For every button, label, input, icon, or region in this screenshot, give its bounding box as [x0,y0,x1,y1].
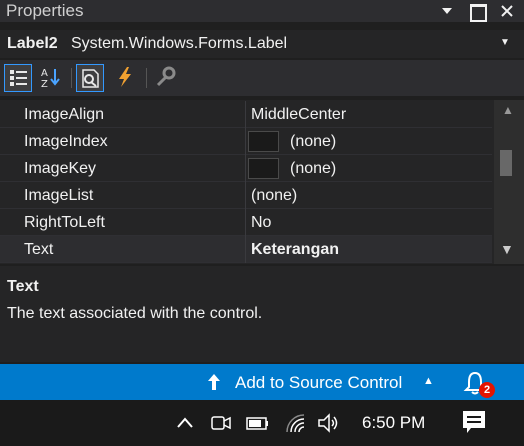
lightning-icon [119,67,131,87]
taskbar-clock[interactable]: 6:50 PM [362,413,425,433]
arrow-up-icon [208,374,220,390]
toolbar-separator [146,68,147,88]
status-bar: Add to Source Control ▲ 2 [0,364,524,400]
svg-text:Z: Z [41,79,48,90]
column-divider [245,128,246,155]
property-grid: ImageAlign MiddleCenter ImageIndex (none… [0,100,524,264]
windows-taskbar: 6:50 PM [0,400,524,446]
property-name: Text [24,241,54,258]
object-selector[interactable]: Label2 System.Windows.Forms.Label ▼ [0,30,524,58]
scroll-thumb[interactable] [500,150,512,176]
wrench-icon [156,66,176,87]
scroll-up-icon[interactable]: ▲ [502,103,514,117]
alphabetical-view-button[interactable]: A Z [38,64,66,92]
meet-now-camera-icon[interactable] [209,412,233,434]
property-row[interactable]: ImageKey (none) [0,155,492,182]
properties-button[interactable] [76,64,104,92]
categorized-view-button[interactable] [4,64,32,92]
add-to-source-control-button[interactable]: Add to Source Control [235,373,402,393]
property-row[interactable]: ImageAlign MiddleCenter [0,101,492,128]
property-row[interactable]: ImageIndex (none) [0,128,492,155]
battery-icon[interactable] [245,412,271,434]
column-divider [245,236,246,263]
property-name: ImageList [24,187,94,204]
property-name: RightToLeft [24,214,105,231]
image-preview-swatch [248,158,279,179]
svg-text:A: A [41,68,48,79]
image-preview-swatch [248,131,279,152]
alphabetical-view-icon: A Z [41,68,60,90]
object-name: Label2 [7,35,58,52]
property-value[interactable]: (none) [290,160,336,178]
window-title: Properties [6,1,84,20]
property-grid-scrollbar[interactable]: ▲ ▼ [494,100,524,264]
property-value[interactable]: (none) [251,187,297,205]
property-row[interactable]: RightToLeft No [0,209,492,236]
properties-title-bar: Properties [0,0,524,22]
maximize-button[interactable] [466,1,488,22]
column-divider [245,209,246,236]
volume-icon[interactable] [316,412,342,434]
property-row[interactable]: ImageList (none) [0,182,492,209]
description-text: The text associated with the control. [7,305,263,322]
properties-toolbar: A Z [0,60,524,96]
wifi-icon[interactable] [284,412,308,434]
column-divider [245,182,246,209]
property-name: ImageKey [24,160,97,177]
action-center-icon[interactable] [461,409,487,435]
property-name: ImageIndex [24,133,108,150]
description-title: Text [7,278,39,295]
chevron-down-icon [442,8,452,14]
properties-icon [82,69,99,88]
close-icon [501,5,513,17]
column-divider [245,155,246,182]
show-hidden-icons-chevron-icon[interactable] [175,412,195,434]
property-pages-button[interactable] [152,64,180,92]
events-button[interactable] [112,64,140,92]
object-type: System.Windows.Forms.Label [71,35,288,52]
close-button[interactable] [496,1,518,21]
window-position-dropdown-button[interactable] [436,1,458,21]
property-value[interactable]: No [251,214,271,232]
scroll-down-icon[interactable]: ▼ [500,241,514,257]
categorized-view-icon [10,70,27,86]
property-row-selected[interactable]: Text Keterangan [0,236,492,263]
property-value[interactable]: Keterangan [251,241,339,259]
column-divider [245,101,246,128]
property-value[interactable]: MiddleCenter [251,106,346,124]
caret-up-icon[interactable]: ▲ [423,375,434,387]
notification-count-badge: 2 [479,382,495,398]
property-name: ImageAlign [24,106,105,123]
property-value[interactable]: (none) [290,133,336,151]
description-pane: Text The text associated with the contro… [0,266,524,362]
toolbar-separator [71,68,72,88]
object-selector-dropdown-icon[interactable]: ▼ [500,37,510,48]
